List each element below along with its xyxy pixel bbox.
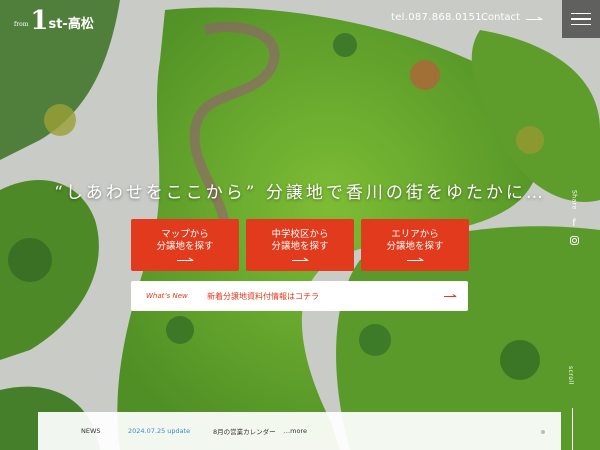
- hamburger-menu-button[interactable]: [562, 0, 600, 38]
- hero-headline: “しあわせをここから” 分譲地で香川の街をゆたかに…: [54, 183, 546, 203]
- menu-line-icon: [571, 18, 591, 20]
- site-logo[interactable]: from 1 st-高松: [14, 8, 94, 34]
- news-title-link[interactable]: 8月の営業カレンダー: [213, 426, 276, 436]
- button-label: マップから 分譲地を探す: [156, 229, 214, 252]
- logo-mark: 1: [30, 6, 49, 36]
- news-more-link[interactable]: …more: [284, 427, 307, 435]
- news-date: 2024.07.25 update: [128, 427, 191, 435]
- carousel-dot[interactable]: [541, 430, 545, 434]
- arrow-right-icon: [292, 257, 308, 261]
- instagram-icon[interactable]: [569, 235, 579, 245]
- scroll-label: scroll: [567, 366, 574, 385]
- share-panel: Share f: [566, 190, 582, 245]
- search-by-map-button[interactable]: マップから 分譲地を探す: [131, 219, 239, 271]
- arrow-right-icon: [177, 257, 193, 261]
- whats-new-text: 新着分譲地資料付情報はコチラ: [207, 291, 319, 301]
- menu-line-icon: [571, 23, 591, 26]
- header-contact-link[interactable]: Contact: [481, 12, 542, 23]
- search-by-school-district-button[interactable]: 中学校区から 分譲地を探す: [246, 219, 354, 271]
- logo-text: st-高松: [48, 17, 94, 32]
- facebook-icon[interactable]: f: [572, 218, 576, 229]
- header-tel-link[interactable]: tel.087.868.0151: [391, 12, 482, 23]
- arrow-right-icon: [407, 257, 423, 261]
- search-by-area-button[interactable]: エリアから 分譲地を探す: [361, 219, 469, 271]
- scroll-indicator-line: [572, 408, 573, 450]
- news-label: NEWS: [81, 427, 101, 435]
- whats-new-bar[interactable]: What’s New 新着分譲地資料付情報はコチラ: [131, 281, 468, 311]
- logo-from-text: from: [14, 21, 29, 28]
- arrow-right-icon: [525, 15, 542, 20]
- share-label: Share: [570, 190, 578, 210]
- menu-line-icon: [571, 12, 591, 15]
- whats-new-tag: What’s New: [146, 292, 188, 300]
- button-label: エリアから 分譲地を探す: [386, 229, 444, 252]
- button-label: 中学校区から 分譲地を探す: [271, 229, 329, 252]
- arrow-right-icon: [444, 294, 456, 297]
- contact-label: Contact: [481, 12, 520, 23]
- news-strip: NEWS 2024.07.25 update 8月の営業カレンダー …more: [38, 412, 561, 450]
